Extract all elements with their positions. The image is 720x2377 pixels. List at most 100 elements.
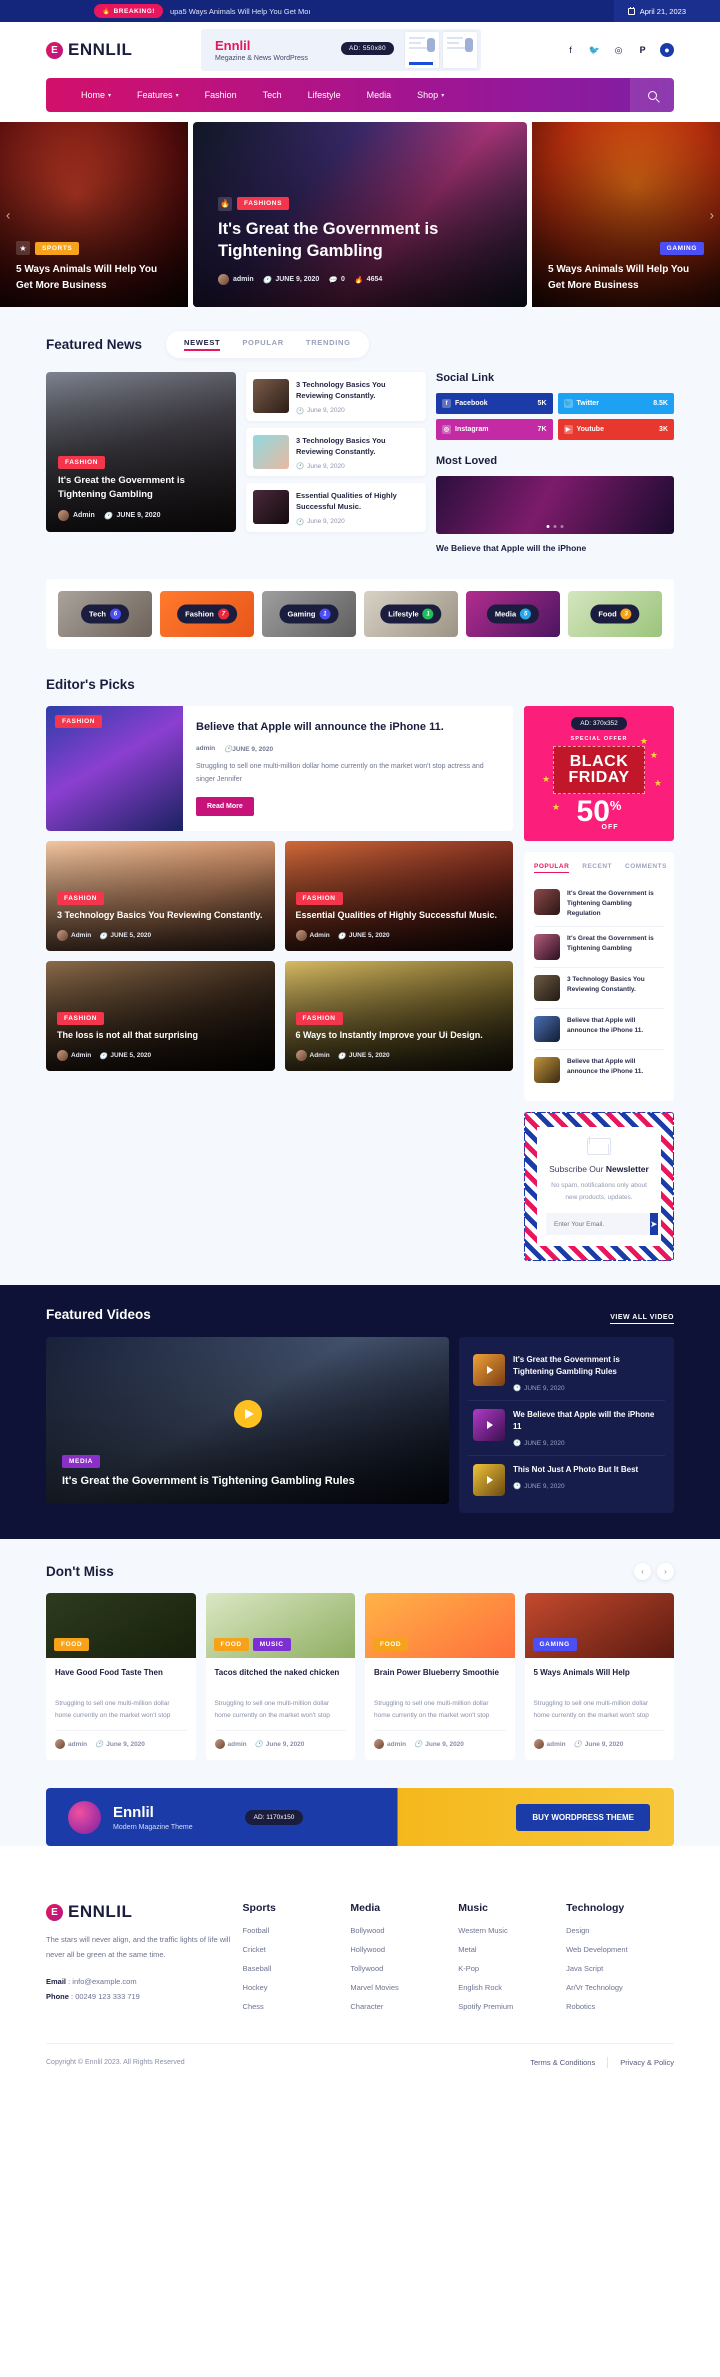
card-title[interactable]: Have Good Food Taste Then: [55, 1667, 187, 1691]
popular-item[interactable]: Believe that Apple will announce the iPh…: [534, 1050, 664, 1090]
category-tech[interactable]: Tech 6: [58, 591, 152, 638]
editors-card-2[interactable]: FASHION Essential Qualities of Highly Su…: [284, 841, 513, 952]
social-facebook-button[interactable]: f Facebook 5K: [436, 393, 553, 414]
featured-main-title[interactable]: It's Great the Government is Tightening …: [58, 474, 224, 503]
nav-item-features[interactable]: Features ▾: [124, 90, 192, 100]
footer-link[interactable]: Design: [566, 1926, 674, 1935]
editors-hero-card[interactable]: FASHION Believe that Apple will announce…: [46, 706, 513, 832]
nav-item-media[interactable]: Media: [354, 90, 405, 100]
card-tag[interactable]: FOOD: [213, 1638, 249, 1652]
social-twitter-button[interactable]: 🐦 Twitter 8.5K: [557, 393, 674, 414]
site-logo[interactable]: ENNLIL: [46, 40, 201, 60]
buy-theme-button[interactable]: BUY WORDPRESS THEME: [516, 1803, 650, 1831]
carousel-dot[interactable]: [560, 525, 564, 528]
footer-logo[interactable]: ENNLIL: [46, 1902, 243, 1922]
tab-trending[interactable]: TRENDING: [306, 338, 351, 351]
more-icon[interactable]: ●: [660, 43, 674, 57]
video-main-tag[interactable]: MEDIA: [62, 1455, 100, 1469]
video-list-item[interactable]: We Believe that Apple will the iPhone 11…: [468, 1401, 665, 1457]
nav-item-lifestyle[interactable]: Lifestyle: [295, 90, 354, 100]
footer-link[interactable]: Ar/Vr Technology: [566, 1983, 674, 1992]
editors-hero-title[interactable]: Believe that Apple will announce the iPh…: [196, 720, 500, 736]
email-value[interactable]: info@example.com: [72, 1977, 136, 1986]
category-lifestyle[interactable]: Lifestyle 1: [364, 591, 458, 638]
card-tag[interactable]: GAMING: [532, 1638, 577, 1652]
footer-link[interactable]: Tollywood: [350, 1964, 458, 1973]
card-tag[interactable]: FOOD: [54, 1638, 90, 1652]
most-loved-image[interactable]: [436, 476, 674, 534]
category-gaming[interactable]: Gaming 1: [262, 591, 356, 638]
editors-hero-tag[interactable]: FASHION: [55, 715, 103, 729]
card-title[interactable]: 3 Technology Basics You Reviewing Consta…: [57, 909, 264, 923]
privacy-link[interactable]: Privacy & Policy: [620, 2058, 674, 2067]
hero-main-tag[interactable]: FASHIONS: [237, 197, 290, 211]
chevron-left-icon[interactable]: ‹: [634, 1563, 651, 1581]
footer-link[interactable]: Chess: [243, 2002, 351, 2011]
featured-main-tag[interactable]: FASHION: [58, 455, 106, 469]
nav-search-button[interactable]: [630, 78, 674, 112]
category-food[interactable]: Food 3: [568, 591, 662, 638]
card-title[interactable]: Brain Power Blueberry Smoothie: [374, 1667, 506, 1691]
editors-card-4[interactable]: FASHION 6 Ways to Instantly Improve your…: [284, 961, 513, 1072]
play-icon[interactable]: [233, 1399, 262, 1428]
editors-card-3[interactable]: FASHION The loss is not all that surpris…: [46, 961, 275, 1072]
footer-link[interactable]: Web Development: [566, 1945, 674, 1954]
card-title[interactable]: The loss is not all that surprising: [57, 1029, 264, 1043]
video-list-item[interactable]: It's Great the Government is Tightening …: [468, 1346, 665, 1402]
card-title[interactable]: 6 Ways to Instantly Improve your Ui Desi…: [296, 1029, 503, 1043]
footer-link[interactable]: Western Music: [458, 1926, 566, 1935]
hero-left-tag[interactable]: SPORTS: [35, 241, 80, 255]
footer-link[interactable]: Hollywood: [350, 1945, 458, 1954]
footer-link[interactable]: Java Script: [566, 1964, 674, 1973]
card-tag[interactable]: FASHION: [295, 891, 343, 905]
twitter-icon[interactable]: 🐦: [588, 44, 601, 57]
hero-right-tag[interactable]: GAMING: [659, 242, 704, 255]
hero-main-title[interactable]: It's Great the Government is Tightening …: [218, 218, 502, 262]
hero-card-left[interactable]: ‹ ★ SPORTS 5 Ways Animals Will Help You …: [0, 122, 188, 307]
hero-right-title[interactable]: 5 Ways Animals Will Help You Get More Bu…: [548, 262, 704, 293]
popular-item[interactable]: 3 Technology Basics You Reviewing Consta…: [534, 968, 664, 1010]
video-main-card[interactable]: MEDIA It's Great the Government is Tight…: [46, 1337, 449, 1505]
footer-link[interactable]: Robotics: [566, 2002, 674, 2011]
dont-miss-card-4[interactable]: GAMING 5 Ways Animals Will Help Struggli…: [524, 1593, 674, 1761]
card-tag[interactable]: FASHION: [57, 891, 105, 905]
chevron-left-icon[interactable]: ‹: [6, 207, 10, 222]
footer-link[interactable]: Bollywood: [350, 1926, 458, 1935]
tab-recent[interactable]: RECENT: [582, 863, 612, 873]
video-main-title[interactable]: It's Great the Government is Tightening …: [62, 1474, 433, 1490]
breaking-headline[interactable]: upa5 Ways Animals Will Help You Get Moı: [170, 7, 311, 16]
view-all-video-link[interactable]: VIEW ALL VIDEO: [610, 1314, 674, 1325]
hero-card-right[interactable]: › GAMING 5 Ways Animals Will Help You Ge…: [532, 122, 720, 307]
footer-link[interactable]: Football: [243, 1926, 351, 1935]
card-tag[interactable]: FOOD: [373, 1638, 409, 1652]
footer-link[interactable]: K-Pop: [458, 1964, 566, 1973]
chevron-right-icon[interactable]: ›: [710, 207, 714, 222]
footer-link[interactable]: Cricket: [243, 1945, 351, 1954]
footer-link[interactable]: Baseball: [243, 1964, 351, 1973]
popular-item[interactable]: It's Great the Government is Tightening …: [534, 882, 664, 928]
popular-item[interactable]: Believe that Apple will announce the iPh…: [534, 1009, 664, 1051]
social-youtube-button[interactable]: ▶ Youtube 3K: [557, 419, 674, 440]
list-item[interactable]: 3 Technology Basics You Reviewing Consta…: [246, 372, 426, 421]
tab-popular[interactable]: POPULAR: [242, 338, 284, 351]
popular-item[interactable]: It's Great the Government is Tightening …: [534, 927, 664, 969]
terms-link[interactable]: Terms & Conditions: [530, 2058, 595, 2067]
pinterest-icon[interactable]: 𝐏: [636, 44, 649, 57]
card-title[interactable]: Tacos ditched the naked chicken: [215, 1667, 347, 1691]
most-loved-caption[interactable]: We Believe that Apple will the iPhone: [436, 542, 674, 555]
nav-item-tech[interactable]: Tech: [250, 90, 295, 100]
email-input[interactable]: [546, 1213, 650, 1236]
promo-banner[interactable]: Ennlil Modern Magazine Theme AD: 1170x15…: [46, 1788, 674, 1847]
footer-link[interactable]: Hockey: [243, 1983, 351, 1992]
chevron-right-icon[interactable]: ›: [657, 1563, 674, 1581]
list-item[interactable]: Essential Qualities of Highly Successful…: [246, 483, 426, 532]
dont-miss-card-1[interactable]: FOOD Have Good Food Taste Then Strugglin…: [46, 1593, 196, 1761]
newsletter-submit-button[interactable]: ➤: [650, 1213, 658, 1236]
instagram-icon[interactable]: ◎: [612, 44, 625, 57]
facebook-icon[interactable]: f: [564, 44, 577, 57]
read-more-button[interactable]: Read More: [196, 796, 254, 816]
category-fashion[interactable]: Fashion 7: [160, 591, 254, 638]
card-tag[interactable]: FASHION: [295, 1011, 343, 1025]
tab-newest[interactable]: NEWEST: [184, 338, 221, 351]
social-instagram-button[interactable]: ◎ Instagram 7K: [436, 419, 553, 440]
